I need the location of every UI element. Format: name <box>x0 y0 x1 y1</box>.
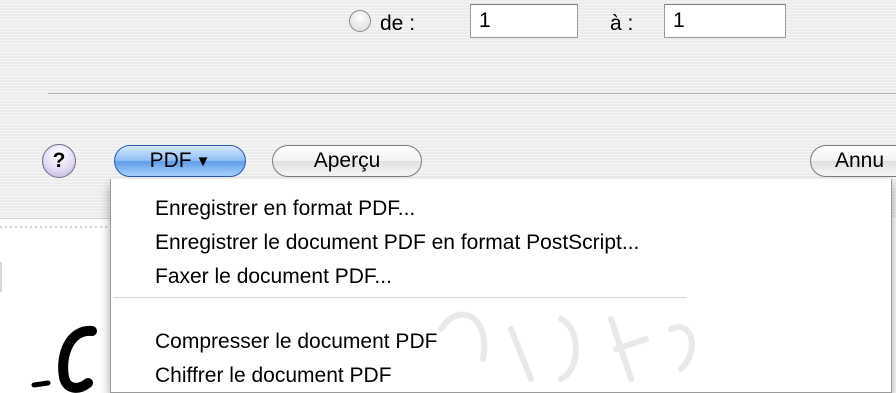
dialog-separator <box>48 93 896 94</box>
pdf-menu: Enregistrer en format PDF... Enregistrer… <box>110 179 892 393</box>
page-range-radio[interactable] <box>349 10 371 32</box>
from-label: de : <box>380 12 416 35</box>
menu-item-save-postscript[interactable]: Enregistrer le document PDF en format Po… <box>155 230 639 256</box>
menu-item-save-pdf[interactable]: Enregistrer en format PDF... <box>155 196 415 222</box>
pdf-button-label: PDF <box>149 149 192 172</box>
chevron-down-icon: ▼ <box>195 153 211 170</box>
document-edge-line <box>0 218 110 219</box>
menu-item-compress-pdf[interactable]: Compresser le document PDF <box>155 329 437 355</box>
cancel-button[interactable]: Annu <box>810 145 896 177</box>
menu-separator <box>113 297 687 298</box>
from-page-field[interactable]: 1 <box>470 4 578 38</box>
document-dotted-rule <box>0 226 110 228</box>
help-button[interactable]: ? <box>42 144 76 178</box>
menu-item-fax-pdf[interactable]: Faxer le document PDF... <box>155 264 392 290</box>
to-page-field[interactable]: 1 <box>664 4 786 38</box>
document-left-edge <box>0 262 12 292</box>
menu-item-encrypt-pdf[interactable]: Chiffrer le document PDF <box>155 363 392 389</box>
to-label: à : <box>610 12 634 35</box>
preview-button[interactable]: Aperçu <box>272 145 422 177</box>
pdf-button[interactable]: PDF ▼ <box>114 145 246 177</box>
handwriting-mark <box>31 326 97 393</box>
